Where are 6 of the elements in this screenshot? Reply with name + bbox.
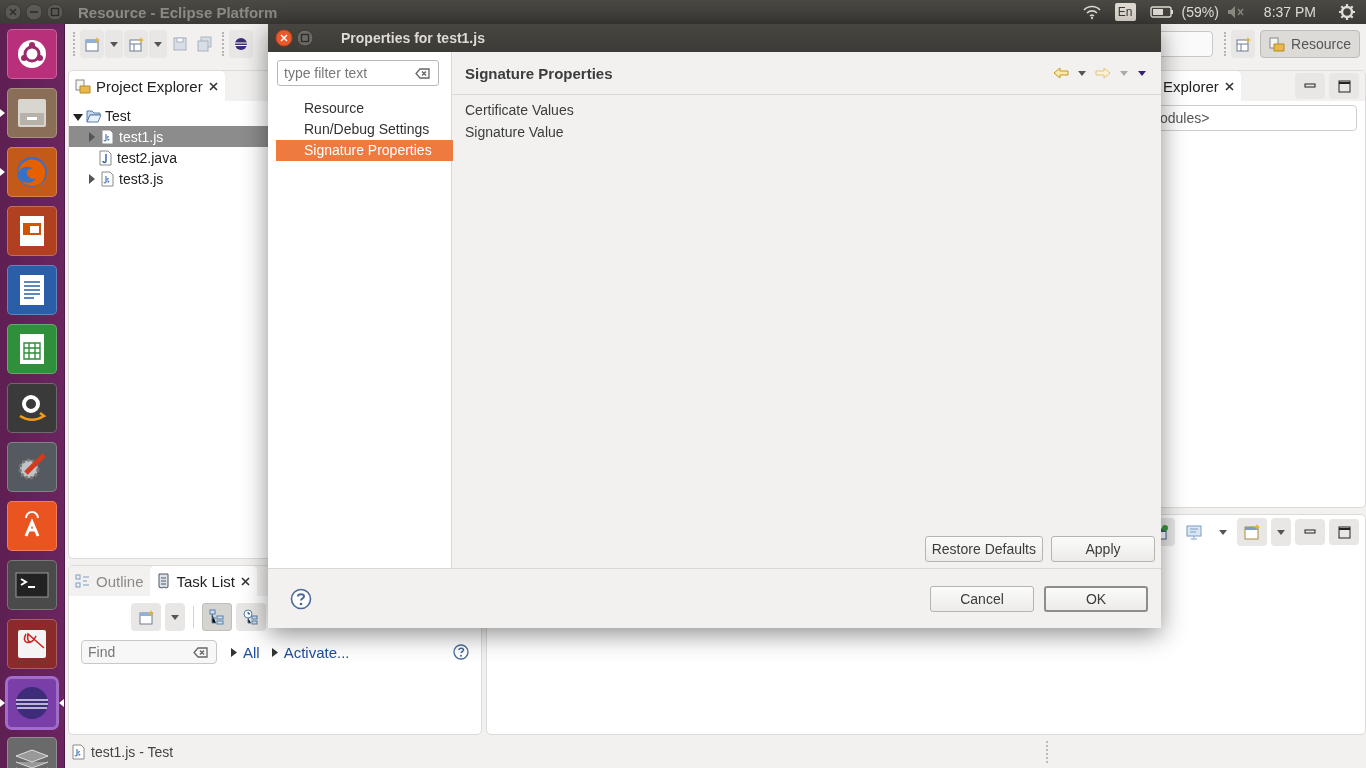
field-label: Certificate Values xyxy=(465,101,575,120)
field-label: Signature Value xyxy=(465,123,565,142)
status-text: test1.js - Test xyxy=(91,743,174,760)
page-title: Signature Properties xyxy=(465,64,613,82)
dialog-title: Properties for test1.js xyxy=(341,30,485,46)
window-title: Resource - Eclipse Platform xyxy=(78,3,278,21)
